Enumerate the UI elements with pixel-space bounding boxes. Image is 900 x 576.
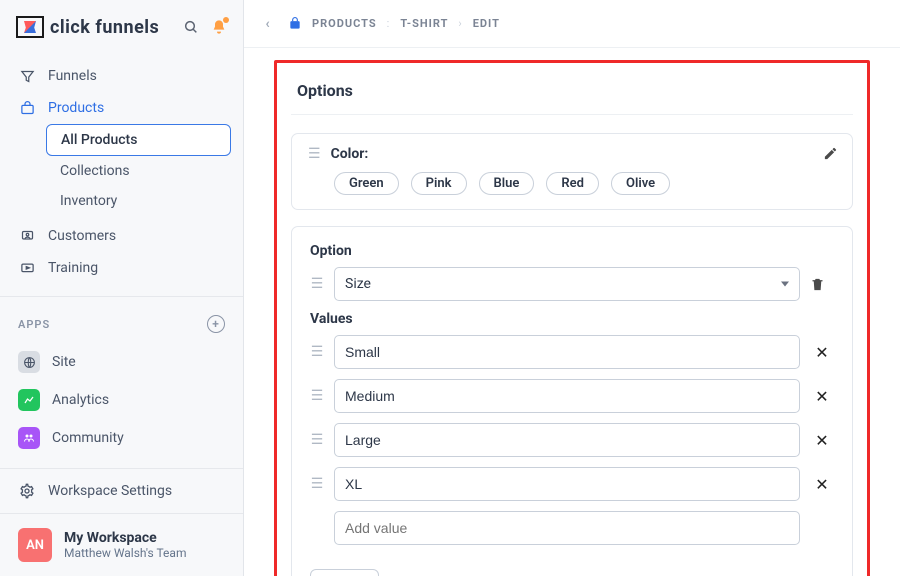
drag-handle-icon[interactable]: ☰ (310, 345, 324, 359)
option-color-card: ☰ Color: Green Pink Blue Red Olive (291, 133, 853, 210)
nav-customers[interactable]: Customers (0, 220, 243, 252)
products-icon (18, 101, 36, 116)
workspace-settings-label: Workspace Settings (48, 483, 172, 499)
option-field-label: Option (310, 243, 834, 259)
value-row-add (310, 511, 834, 545)
subnav-collections[interactable]: Collections (46, 156, 231, 186)
brand-logo[interactable]: click funnels (16, 16, 177, 38)
options-title: Options (291, 77, 853, 114)
remove-value-button[interactable]: ✕ (810, 475, 834, 494)
brand-name: click funnels (50, 17, 159, 38)
value-row: ☰ ✕ (310, 335, 834, 369)
breadcrumb-item[interactable]: T-SHIRT (400, 17, 448, 30)
breadcrumb-sep: › (458, 17, 462, 30)
nav-label: Training (48, 260, 98, 276)
subnav-inventory[interactable]: Inventory (46, 186, 231, 216)
value-input[interactable] (334, 335, 800, 369)
community-icon (18, 427, 40, 449)
option-editor-card: Option ☰ Size Values ☰ ✕ (291, 226, 853, 576)
site-icon (18, 351, 40, 373)
remove-value-button[interactable]: ✕ (810, 387, 834, 406)
app-community[interactable]: Community (0, 419, 243, 457)
drag-handle-icon[interactable]: ☰ (310, 277, 324, 291)
breadcrumb: ‹ PRODUCTS : T-SHIRT › EDIT (244, 0, 900, 48)
notifications-icon[interactable] (205, 13, 233, 41)
value-row: ☰ ✕ (310, 379, 834, 413)
breadcrumb-sep: : (387, 17, 391, 30)
main: ‹ PRODUCTS : T-SHIRT › EDIT Options ☰ Co… (244, 0, 900, 576)
drag-handle-icon[interactable]: ☰ (310, 477, 324, 491)
workspace-avatar: AN (18, 528, 52, 562)
workspace-switcher[interactable]: AN My Workspace Matthew Walsh's Team (0, 513, 243, 576)
gear-icon (18, 483, 36, 499)
brand-logo-mark (16, 16, 44, 38)
option-name-value: Size (345, 276, 371, 292)
option-value-chip[interactable]: Blue (479, 172, 535, 195)
breadcrumb-root-icon (288, 17, 302, 31)
customers-icon (18, 229, 36, 244)
remove-value-button[interactable]: ✕ (810, 431, 834, 450)
options-panel: Options ☰ Color: Green Pink Blue Red Oli… (274, 60, 870, 576)
nav-label: Customers (48, 228, 116, 244)
drag-handle-icon[interactable]: ☰ (310, 433, 324, 447)
workspace-settings[interactable]: Workspace Settings (0, 468, 243, 513)
option-value-chip[interactable]: Red (546, 172, 599, 195)
add-app-button[interactable]: + (207, 315, 225, 333)
divider (0, 296, 243, 297)
app-label: Community (52, 430, 124, 446)
apps-header-label: APPS (18, 318, 50, 331)
option-value-chip[interactable]: Olive (611, 172, 670, 195)
nav-products[interactable]: Products (0, 92, 243, 124)
add-value-input[interactable] (334, 511, 800, 545)
breadcrumb-root[interactable]: PRODUCTS (312, 17, 377, 30)
app-label: Site (52, 354, 76, 370)
app-analytics[interactable]: Analytics (0, 381, 243, 419)
analytics-icon (18, 389, 40, 411)
value-row: ☰ ✕ (310, 423, 834, 457)
drag-handle-icon[interactable]: ☰ (310, 389, 324, 403)
nav-training[interactable]: Training (0, 252, 243, 284)
value-input[interactable] (334, 379, 800, 413)
nav-label: Funnels (48, 68, 97, 84)
drag-handle-icon[interactable]: ☰ (308, 147, 321, 161)
breadcrumb-back[interactable]: ‹ (258, 16, 278, 32)
remove-value-button[interactable]: ✕ (810, 343, 834, 362)
edit-option-button[interactable] (823, 146, 838, 161)
value-row: ☰ ✕ (310, 467, 834, 501)
value-input[interactable] (334, 423, 800, 457)
subnav-all-products[interactable]: All Products (46, 124, 231, 156)
value-input[interactable] (334, 467, 800, 501)
option-color-values: Green Pink Blue Red Olive (308, 172, 836, 195)
sidebar-header: click funnels (0, 0, 243, 54)
workspace-name: My Workspace (64, 530, 186, 546)
products-subnav: All Products Collections Inventory (46, 124, 231, 216)
workspace-team: Matthew Walsh's Team (64, 546, 186, 560)
app-label: Analytics (52, 392, 109, 408)
primary-nav: Funnels Products All Products Collection… (0, 54, 243, 290)
option-value-chip[interactable]: Pink (411, 172, 467, 195)
divider (291, 114, 853, 115)
training-icon (18, 261, 36, 276)
done-button[interactable]: Done (310, 569, 379, 576)
delete-option-button[interactable] (810, 277, 834, 292)
funnel-icon (18, 69, 36, 84)
nav-label: Products (48, 100, 104, 116)
option-name-select[interactable]: Size (334, 267, 800, 301)
nav-funnels[interactable]: Funnels (0, 60, 243, 92)
values-field-label: Values (310, 311, 834, 327)
apps-header: APPS + (0, 303, 243, 343)
option-color-label: Color: (331, 146, 369, 162)
sidebar: click funnels Funnels Products All Produ… (0, 0, 244, 576)
search-icon[interactable] (177, 13, 205, 41)
app-site[interactable]: Site (0, 343, 243, 381)
option-value-chip[interactable]: Green (334, 172, 399, 195)
breadcrumb-leaf: EDIT (473, 17, 500, 30)
